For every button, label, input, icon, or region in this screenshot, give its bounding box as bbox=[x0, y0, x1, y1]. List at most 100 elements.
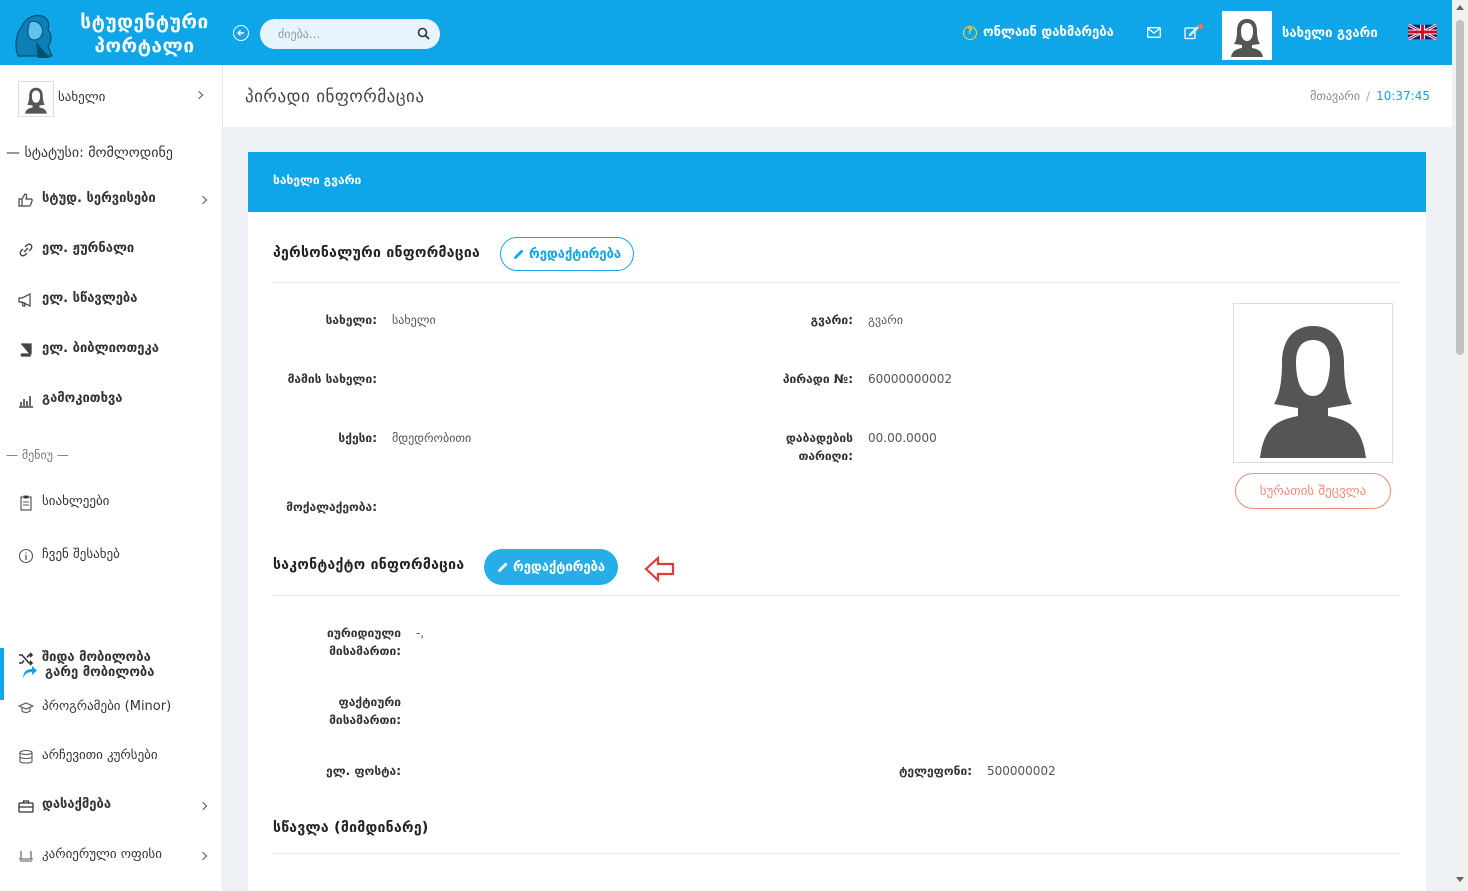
sidebar-item-label: სტუდ. სერვისები bbox=[42, 191, 156, 206]
sidebar-item-employment[interactable]: დასაქმება bbox=[0, 788, 222, 824]
briefcase-icon bbox=[18, 800, 34, 813]
legal-address-label: იურიდიული მისამართი: bbox=[326, 626, 401, 658]
edit-label: რედაქტირება bbox=[513, 559, 606, 575]
sidebar: სახელი — სტატუსი: მომლოდინე სტუდ. სერვის… bbox=[0, 65, 223, 891]
page-title: პირადი ინფორმაცია bbox=[245, 87, 425, 107]
shuffle-icon bbox=[19, 652, 34, 666]
thumbs-up-icon bbox=[18, 193, 33, 207]
uk-flag-icon[interactable] bbox=[1408, 24, 1437, 40]
chevron-right-icon bbox=[198, 801, 208, 811]
online-help-label: ონლაინ დახმარება bbox=[983, 25, 1114, 40]
clock-time: 10:37:45 bbox=[1376, 89, 1430, 103]
bar-chart-icon bbox=[19, 396, 33, 408]
top-header: სტუდენტური პორტალი ? ონლაინ დახმარება სა… bbox=[0, 0, 1452, 65]
sidebar-item-label: სიახლეები bbox=[42, 494, 110, 509]
sidebar-collapse-button[interactable] bbox=[233, 25, 249, 41]
scroll-down-arrow-icon[interactable] bbox=[1456, 877, 1464, 882]
birth-date-label: დაბადების თარიღი: bbox=[785, 431, 853, 463]
chevron-right-icon[interactable] bbox=[194, 90, 204, 100]
question-icon: ? bbox=[963, 25, 977, 40]
education-title: სწავლა (მიმდინარე) bbox=[273, 820, 429, 836]
sidebar-item-e-journal[interactable]: ელ. ჟურნალი bbox=[0, 232, 222, 268]
personal-number-label: პირადი №: bbox=[782, 372, 853, 386]
page-header: პირადი ინფორმაცია მთავარი / 10:37:45 bbox=[223, 65, 1452, 127]
sidebar-item-e-learning[interactable]: ელ. სწავლება bbox=[0, 282, 222, 318]
edit-label: რედაქტირება bbox=[529, 246, 622, 262]
search-input[interactable] bbox=[278, 25, 408, 43]
avatar-silhouette-icon bbox=[1260, 326, 1366, 458]
gender-label: სქესი: bbox=[338, 431, 377, 445]
gender-value: მდედრობითი bbox=[392, 431, 472, 445]
search-icon[interactable] bbox=[417, 27, 430, 40]
father-name-label: მამის სახელი: bbox=[287, 372, 377, 386]
card-title: სახელი გვარი bbox=[273, 173, 362, 187]
sidebar-item-label: კარიერული ოფისი bbox=[42, 847, 162, 862]
sidebar-item-label: ჩვენ შესახებ bbox=[42, 547, 120, 562]
scroll-thumb[interactable] bbox=[1456, 20, 1464, 355]
arrow-left-icon bbox=[644, 555, 675, 583]
compose-icon[interactable] bbox=[1184, 25, 1199, 40]
breadcrumb: მთავარი / 10:37:45 bbox=[1310, 89, 1430, 103]
sidebar-profile-name[interactable]: სახელი bbox=[58, 90, 105, 105]
profile-card: სახელი გვარი პერსონალური ინფორმაცია რედა… bbox=[248, 152, 1426, 891]
graduation-cap-icon bbox=[18, 702, 34, 714]
sidebar-item-label: გამოკითხვა bbox=[42, 391, 123, 406]
divider bbox=[273, 282, 1400, 283]
first-name-label: სახელი: bbox=[325, 313, 377, 327]
desk-icon bbox=[19, 851, 33, 862]
change-photo-button[interactable]: სურათის შეცვლა bbox=[1235, 473, 1391, 509]
sidebar-item-student-services[interactable]: სტუდ. სერვისები bbox=[0, 182, 222, 218]
personal-info-title: პერსონალური ინფორმაცია bbox=[273, 245, 481, 261]
pencil-icon bbox=[498, 562, 508, 572]
sidebar-item-internal-mobility[interactable]: შიდა მობილობა bbox=[0, 641, 222, 677]
pencil-icon bbox=[514, 249, 524, 259]
sidebar-item-label: დასაქმება bbox=[42, 797, 112, 812]
personal-number-value: 60000000002 bbox=[868, 372, 952, 386]
contact-info-title: საკონტაქტო ინფორმაცია bbox=[273, 557, 465, 573]
sidebar-item-news[interactable]: სიახლეები bbox=[0, 485, 222, 521]
megaphone-icon bbox=[18, 293, 31, 307]
scroll-up-arrow-icon[interactable] bbox=[1456, 5, 1464, 10]
clipboard-icon bbox=[20, 495, 32, 511]
birth-date-value: 00.00.0000 bbox=[868, 431, 937, 445]
citizenship-label: მოქალაქეობა: bbox=[286, 500, 377, 514]
user-avatar[interactable] bbox=[1222, 11, 1272, 60]
card-header: სახელი გვარი bbox=[248, 152, 1426, 212]
sidebar-item-label: არჩევითი კურსები bbox=[42, 748, 158, 763]
mail-icon[interactable] bbox=[1147, 27, 1161, 38]
sidebar-item-label: ელ. სწავლება bbox=[42, 291, 138, 306]
portal-title: სტუდენტური პორტალი bbox=[80, 11, 209, 57]
sidebar-item-survey[interactable]: გამოკითხვა bbox=[0, 382, 222, 418]
edit-contact-button[interactable]: რედაქტირება bbox=[484, 549, 619, 585]
last-name-value: გვარი bbox=[868, 313, 903, 327]
email-label: ელ. ფოსტა: bbox=[326, 764, 401, 778]
edit-personal-button[interactable]: რედაქტირება bbox=[500, 237, 635, 271]
sidebar-item-label: პროგრამები (Minor) bbox=[42, 699, 172, 714]
profile-photo bbox=[1233, 303, 1393, 463]
search-box bbox=[260, 19, 440, 49]
chevron-right-icon bbox=[198, 851, 208, 861]
phone-value: 500000002 bbox=[987, 764, 1056, 778]
sidebar-item-label: ელ. ჟურნალი bbox=[42, 241, 135, 256]
online-help-link[interactable]: ? ონლაინ დახმარება bbox=[963, 25, 1114, 40]
sidebar-item-e-library[interactable]: ელ. ბიბლიოთეკა bbox=[0, 332, 222, 368]
sidebar-item-about[interactable]: ჩვენ შესახებ bbox=[0, 538, 222, 574]
avatar-silhouette-icon bbox=[25, 87, 47, 114]
sidebar-item-elective-courses[interactable]: არჩევითი კურსები bbox=[0, 739, 222, 775]
divider bbox=[273, 595, 1400, 596]
last-name-label: გვარი: bbox=[810, 313, 853, 327]
legal-address-value: -, bbox=[416, 626, 425, 640]
sidebar-avatar[interactable] bbox=[18, 81, 54, 117]
breadcrumb-home-link[interactable]: მთავარი bbox=[1310, 89, 1360, 103]
sidebar-item-programs-minor[interactable]: პროგრამები (Minor) bbox=[0, 690, 222, 726]
book-icon bbox=[20, 343, 32, 357]
info-icon bbox=[18, 548, 34, 564]
arrow-left-icon bbox=[237, 30, 244, 36]
header-user-name[interactable]: სახელი გვარი bbox=[1282, 26, 1378, 41]
university-logo[interactable] bbox=[8, 6, 60, 60]
page-scrollbar[interactable] bbox=[1452, 0, 1468, 891]
sidebar-item-career-office[interactable]: კარიერული ოფისი bbox=[0, 838, 222, 874]
phone-label: ტელეფონი: bbox=[899, 764, 972, 778]
first-name-value: სახელი bbox=[392, 313, 436, 327]
actual-address-label: ფაქტიური მისამართი: bbox=[329, 695, 401, 727]
